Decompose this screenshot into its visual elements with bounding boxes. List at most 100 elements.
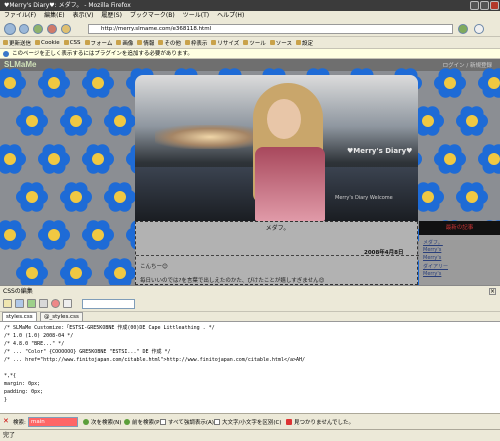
stop-icon[interactable] bbox=[47, 24, 57, 34]
menu-edit[interactable]: 編集(E) bbox=[44, 11, 64, 21]
code-line: /* SLMaMe Customize:「ESTSI-GRE5KOBNE 作成(… bbox=[4, 324, 496, 332]
sunset-glow bbox=[155, 125, 265, 149]
flower-icon bbox=[432, 65, 468, 101]
bookmark-item[interactable]: ソース bbox=[270, 39, 292, 47]
flower-icon bbox=[454, 179, 490, 215]
flower-icon bbox=[432, 141, 468, 177]
hero-image: ♥Merry's Diary♥ Merry's Diary Welcome bbox=[135, 75, 418, 221]
bookmark-item[interactable]: CSS bbox=[64, 40, 81, 46]
post-divider bbox=[136, 255, 419, 256]
code-line bbox=[4, 364, 496, 372]
blog-title[interactable]: ♥Merry's Diary♥ bbox=[347, 147, 412, 155]
status-bar: 完了 bbox=[0, 429, 500, 440]
highlight-all-checkbox[interactable]: すべて強調表示(A) bbox=[160, 418, 214, 426]
flower-icon bbox=[80, 217, 116, 253]
open-file-icon[interactable] bbox=[3, 299, 12, 308]
minimize-icon[interactable] bbox=[470, 1, 479, 10]
find-prev-button[interactable]: 前を検索(P) bbox=[124, 418, 162, 426]
code-line: /* 4.8.0 "BRE..." */ bbox=[4, 340, 496, 348]
code-line: } bbox=[4, 396, 496, 404]
options-icon[interactable] bbox=[63, 299, 72, 308]
find-input[interactable]: main bbox=[28, 417, 78, 427]
flower-icon bbox=[36, 217, 72, 253]
bookmark-icon bbox=[158, 40, 163, 45]
bookmark-item[interactable]: その他 bbox=[158, 39, 181, 47]
bookmark-item[interactable]: 画像 bbox=[116, 39, 133, 47]
flower-icon bbox=[14, 179, 50, 215]
close-icon[interactable] bbox=[490, 1, 499, 10]
bookmark-icon bbox=[185, 40, 190, 45]
menu-tools[interactable]: ツール(T) bbox=[183, 11, 209, 21]
plugin-info-bar[interactable]: このページを正しく表示するにはプラグインを追加する必要があります。 bbox=[0, 49, 500, 59]
sidebar-link[interactable]: Merry's bbox=[423, 247, 441, 253]
address-bar[interactable]: http://merry.slmame.com/e368118.html bbox=[88, 24, 453, 34]
up-arrow-icon bbox=[124, 419, 130, 425]
bookmark-item[interactable]: 更新送信 bbox=[3, 39, 31, 47]
bookmark-item[interactable]: 枠表示 bbox=[185, 39, 208, 47]
tab-styles-css-2[interactable]: @_styles.css bbox=[40, 312, 83, 321]
page-content: SLMaMe ログイン / 新規登録 ♥Merry's Diary♥ Merry… bbox=[0, 59, 500, 285]
tab-styles-css[interactable]: styles.css bbox=[2, 312, 37, 321]
bookmark-item[interactable]: リサイズ bbox=[211, 39, 239, 47]
sidebar-link[interactable]: ダイアリー bbox=[423, 263, 448, 270]
bookmark-item[interactable]: 設定 bbox=[296, 39, 313, 47]
close-find-icon[interactable]: ✕ bbox=[3, 418, 10, 425]
sidebar: 最新の記事 メダフ。 Merry's Merry's ダイアリー Merry's bbox=[419, 221, 500, 285]
sidebar-heading: 最新の記事 bbox=[419, 221, 500, 235]
css-code-editor[interactable]: /* SLMaMe Customize:「ESTSI-GRE5KOBNE 作成(… bbox=[0, 321, 500, 413]
reload-icon[interactable] bbox=[33, 24, 43, 34]
plugin-icon bbox=[3, 51, 9, 57]
maximize-icon[interactable] bbox=[480, 1, 489, 10]
flower-icon bbox=[0, 141, 28, 177]
bookmark-item[interactable]: フォーム bbox=[85, 39, 113, 47]
apply-icon[interactable] bbox=[27, 299, 36, 308]
flower-icon bbox=[476, 65, 500, 101]
menu-file[interactable]: ファイル(F) bbox=[4, 11, 36, 21]
css-filter-input[interactable] bbox=[82, 299, 135, 309]
menu-bookmarks[interactable]: ブックマーク(B) bbox=[130, 11, 175, 21]
menu-bar: ファイル(F) 編集(E) 表示(V) 履歴(S) ブックマーク(B) ツール(… bbox=[0, 11, 500, 21]
bookmark-item[interactable]: Cookie bbox=[35, 40, 60, 46]
not-found-message: 見つかりませんでした。 bbox=[286, 418, 354, 426]
avatar-face bbox=[267, 99, 301, 139]
browser-window: ♥Merry's Diary♥: メダフ。 - Mozilla Firefox … bbox=[0, 0, 500, 440]
menu-help[interactable]: ヘルプ(H) bbox=[217, 11, 244, 21]
home-icon[interactable] bbox=[61, 24, 71, 34]
checkbox-icon bbox=[214, 419, 220, 425]
sidebar-link[interactable]: メダフ。 bbox=[423, 239, 443, 246]
css-editor-toolbar bbox=[0, 296, 500, 312]
code-line: *,*{ bbox=[4, 372, 496, 380]
css-file-tabs: styles.css @_styles.css bbox=[0, 312, 500, 321]
menu-view[interactable]: 表示(V) bbox=[73, 11, 94, 21]
sidebar-link[interactable]: Merry's bbox=[423, 255, 441, 261]
bookmark-item[interactable]: ツール bbox=[243, 39, 266, 47]
bookmark-icon bbox=[296, 40, 301, 45]
close-pane-icon[interactable]: × bbox=[489, 288, 496, 295]
flower-icon bbox=[58, 103, 94, 139]
code-line: /* 1.0 (1.0) 2008-04 */ bbox=[4, 332, 496, 340]
refresh-icon[interactable] bbox=[39, 299, 48, 308]
save-icon[interactable] bbox=[15, 299, 24, 308]
search-engine-icon[interactable] bbox=[474, 24, 484, 34]
down-arrow-icon bbox=[83, 419, 89, 425]
stop-icon[interactable] bbox=[51, 299, 60, 308]
site-header: SLMaMe ログイン / 新規登録 bbox=[0, 59, 500, 71]
code-line: padding: 0px; bbox=[4, 388, 496, 396]
bookmark-icon bbox=[85, 40, 90, 45]
bookmark-item[interactable]: 情報 bbox=[137, 39, 154, 47]
post-text: 毎日いいのでは?を言葉で出しえたのかた、びけたことが嬉しすぎません😊 bbox=[140, 276, 324, 284]
find-bar: ✕ 検索: main 次を検索(N) 前を検索(P) すべて強調表示(A) 大文… bbox=[0, 413, 500, 429]
post-title[interactable]: メダフ。 bbox=[136, 222, 419, 236]
menu-history[interactable]: 履歴(S) bbox=[101, 11, 122, 21]
bookmark-icon bbox=[3, 40, 8, 45]
forward-icon[interactable] bbox=[19, 24, 29, 34]
go-icon[interactable] bbox=[458, 24, 468, 34]
bookmarks-toolbar: 更新送信 Cookie CSS フォーム 画像 情報 その他 枠表示 リサイズ … bbox=[0, 37, 500, 49]
find-next-button[interactable]: 次を検索(N) bbox=[83, 418, 121, 426]
flower-icon bbox=[102, 179, 138, 215]
back-icon[interactable] bbox=[4, 23, 16, 35]
match-case-checkbox[interactable]: 大文字/小文字を区別(C) bbox=[214, 418, 282, 426]
status-text: 完了 bbox=[3, 432, 15, 439]
flower-icon bbox=[102, 255, 138, 285]
sidebar-link[interactable]: Merry's bbox=[423, 271, 441, 277]
